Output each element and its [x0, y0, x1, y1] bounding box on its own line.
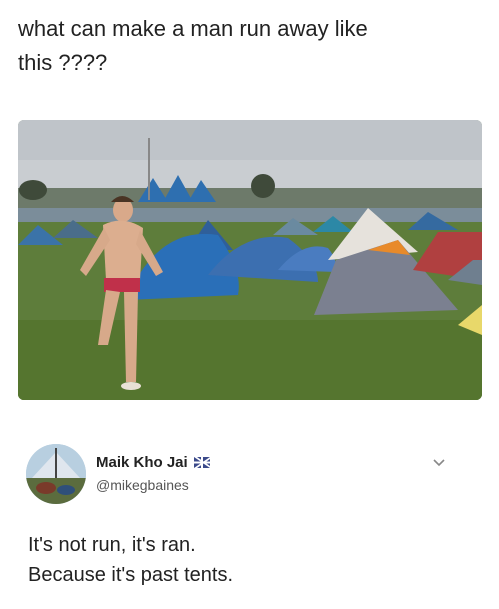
meme-caption: what can make a man run away like this ?… [18, 12, 478, 80]
avatar-image [26, 444, 86, 504]
flag-icon [193, 457, 210, 468]
caption-line-1: what can make a man run away like [18, 16, 368, 41]
tweet-line-2: Because it's past tents. [28, 564, 234, 586]
display-name[interactable]: Maik Kho Jai [96, 454, 188, 471]
tweet-line-1: It's not run, it's ran. [28, 534, 196, 556]
chevron-down-icon[interactable] [432, 458, 446, 468]
photo-scene [18, 120, 482, 400]
avatar[interactable] [26, 444, 86, 504]
caption-line-2: this ???? [18, 50, 108, 75]
tweet-text: It's not run, it's ran. Because it's pas… [28, 530, 468, 590]
festival-photo [18, 120, 482, 400]
user-handle[interactable]: @mikegbaines [96, 477, 189, 493]
display-name-row: Maik Kho Jai [96, 454, 210, 471]
tweet-header: Maik Kho Jai @mikegbaines [26, 444, 466, 508]
